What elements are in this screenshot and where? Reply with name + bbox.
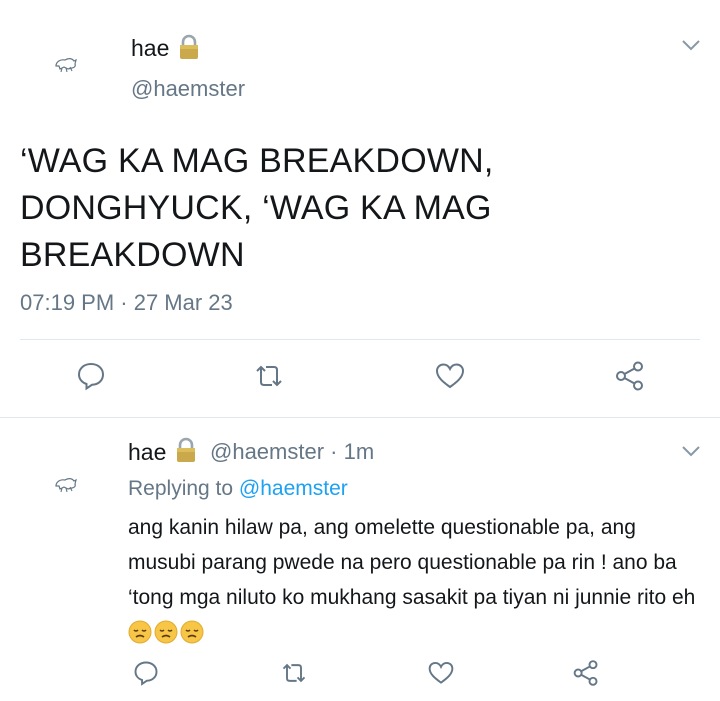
divider [20, 339, 700, 340]
reply-text-block: ang kanin hilaw pa, ang omelette questio… [128, 510, 703, 650]
avatar[interactable] [50, 52, 80, 76]
share-button[interactable] [572, 659, 600, 692]
reply-button[interactable] [75, 360, 107, 397]
retweet-button[interactable] [280, 659, 308, 692]
tweet-timestamp[interactable]: 07:19 PM · 27 Mar 23 [20, 290, 233, 316]
like-button[interactable] [427, 659, 455, 692]
share-button[interactable] [614, 360, 646, 397]
retweet-icon [256, 365, 282, 387]
reply-icon [134, 661, 158, 686]
like-icon [435, 363, 465, 389]
avatar[interactable] [50, 472, 80, 496]
share-icon [616, 361, 643, 391]
retweet-button[interactable] [253, 360, 285, 397]
chevron-down-icon[interactable] [680, 38, 702, 57]
reply-handle-time[interactable]: @haemster · 1m [210, 439, 374, 465]
like-icon [428, 661, 454, 684]
disappointed-face-icon [180, 620, 204, 644]
replying-handle-link[interactable]: @haemster [239, 477, 348, 500]
reply-button[interactable] [132, 659, 160, 692]
retweet-icon [282, 663, 306, 683]
section-divider [0, 417, 720, 418]
lock-icon [178, 34, 200, 65]
disappointed-face-icon [128, 620, 152, 644]
disappointed-face-icon [154, 620, 178, 644]
share-icon [573, 660, 598, 686]
handle[interactable]: @haemster [131, 76, 245, 102]
emoji-row [128, 620, 206, 644]
tweet-text: ‘WAG KA MAG BREAKDOWN, DONGHYUCK, ‘WAG K… [20, 142, 494, 274]
reply-icon [77, 362, 105, 391]
reply-display-name[interactable]: hae [128, 439, 166, 466]
chevron-down-icon[interactable] [680, 444, 702, 463]
reply-text: ang kanin hilaw pa, ang omelette questio… [128, 516, 696, 609]
display-name[interactable]: hae [131, 35, 169, 62]
lock-icon [175, 437, 197, 468]
replying-label: Replying to [128, 477, 234, 500]
like-button[interactable] [434, 360, 466, 397]
replying-to: Replying to @haemster [128, 477, 348, 501]
